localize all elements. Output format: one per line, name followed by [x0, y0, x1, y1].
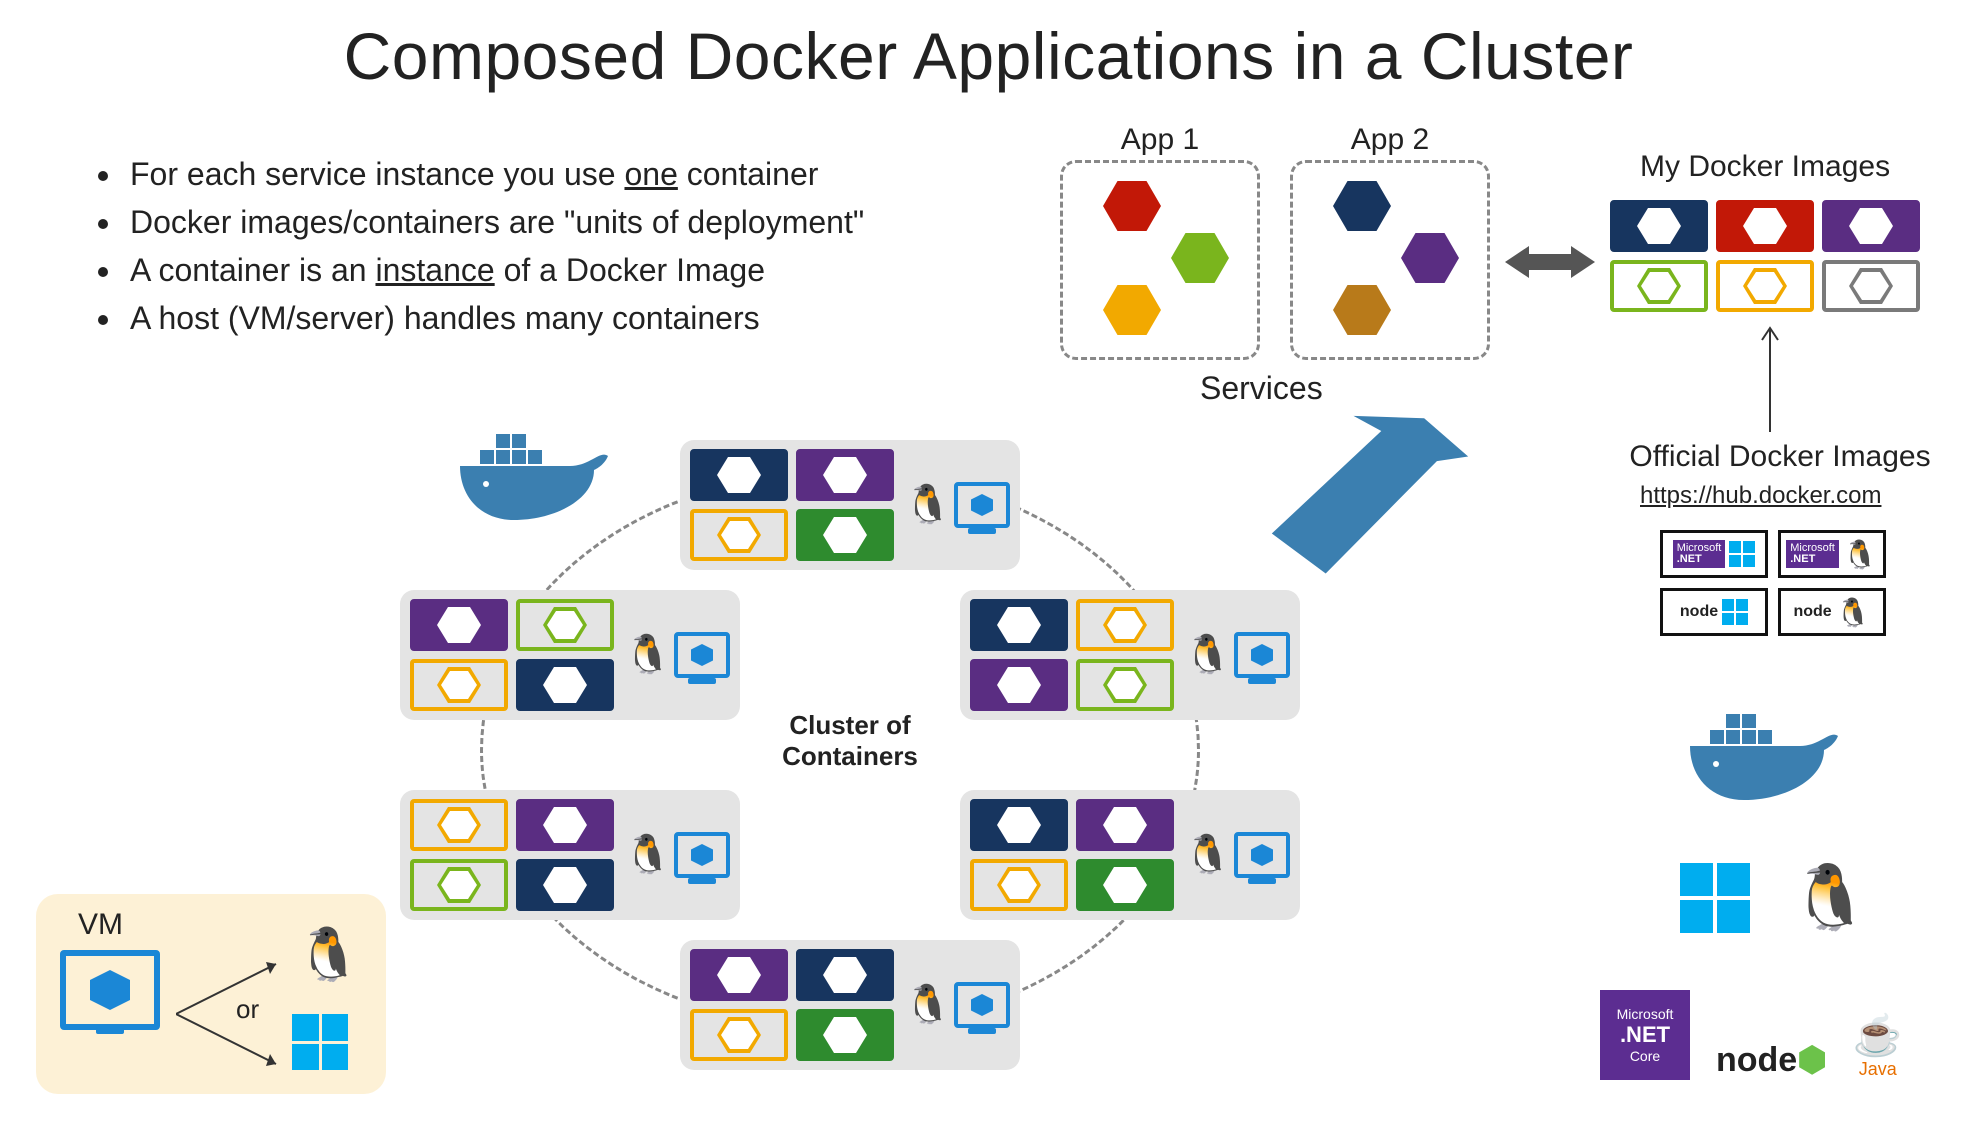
hex-icon: [1103, 285, 1161, 335]
bullet-list: For each service instance you use one co…: [90, 150, 864, 342]
bullet-item: A container is an instance of a Docker I…: [124, 246, 864, 294]
official-images-grid: Microsoft.NET Microsoft.NET🐧 node node🐧: [1660, 530, 1886, 636]
container-icon: [1610, 260, 1708, 312]
official-image-node-win: node: [1660, 588, 1768, 636]
hex-icon: [1333, 181, 1391, 231]
app2-label: App 2: [1293, 123, 1487, 157]
linux-icon: 🐧: [296, 924, 361, 985]
container-icon: [1076, 659, 1174, 711]
vm-panel: VM or 🐧: [36, 894, 386, 1094]
cluster-node: 🐧: [960, 590, 1300, 720]
official-images-label: Official Docker Images: [1600, 440, 1960, 474]
container-icon: [1076, 859, 1174, 911]
container-icon: [970, 799, 1068, 851]
java-logo: ☕ Java: [1853, 1012, 1903, 1080]
container-icon: [1822, 260, 1920, 312]
container-icon: [1610, 200, 1708, 252]
container-icon: [1716, 200, 1814, 252]
windows-icon: [292, 1014, 348, 1070]
linux-icon: 🐧: [624, 833, 664, 877]
container-icon: [796, 509, 894, 561]
or-label: or: [236, 994, 259, 1025]
docker-whale-icon: [1680, 700, 1840, 815]
container-icon: [1716, 260, 1814, 312]
container-icon: [410, 799, 508, 851]
container-icon: [796, 1009, 894, 1061]
docker-whale-icon: [450, 420, 610, 535]
os-icons: 🐧: [1680, 860, 1870, 935]
container-icon: [796, 949, 894, 1001]
container-icon: [516, 799, 614, 851]
container-icon: [516, 599, 614, 651]
container-icon: [410, 859, 508, 911]
vm-icon: [1234, 832, 1290, 878]
container-icon: [410, 599, 508, 651]
container-icon: [690, 1009, 788, 1061]
cluster-node: 🐧: [680, 940, 1020, 1070]
hex-icon: [1103, 181, 1161, 231]
vm-icon: [954, 982, 1010, 1028]
hex-icon: [1401, 233, 1459, 283]
cluster-node: 🐧: [400, 790, 740, 920]
deploy-arrow-icon: [1230, 400, 1480, 590]
linux-icon: 🐧: [1184, 833, 1224, 877]
container-icon: [970, 659, 1068, 711]
container-icon: [690, 949, 788, 1001]
container-icon: [410, 659, 508, 711]
my-images-grid: [1610, 200, 1920, 312]
container-icon: [516, 659, 614, 711]
linux-icon: 🐧: [904, 483, 944, 527]
cluster-node: 🐧: [680, 440, 1020, 570]
cluster-label: Cluster ofContainers: [760, 710, 940, 772]
linux-icon: 🐧: [624, 633, 664, 677]
windows-icon: [1680, 863, 1750, 933]
container-icon: [1822, 200, 1920, 252]
cluster-node: 🐧: [400, 590, 740, 720]
hex-icon: [1333, 285, 1391, 335]
container-icon: [690, 449, 788, 501]
vm-icon: [60, 950, 160, 1030]
vm-icon: [674, 632, 730, 678]
bullet-item: A host (VM/server) handles many containe…: [124, 294, 864, 342]
cluster-node: 🐧: [960, 790, 1300, 920]
page-title: Composed Docker Applications in a Cluste…: [0, 0, 1977, 94]
container-icon: [970, 859, 1068, 911]
bullet-item: Docker images/containers are "units of d…: [124, 198, 864, 246]
container-icon: [516, 859, 614, 911]
linux-icon: 🐧: [1184, 633, 1224, 677]
container-icon: [1076, 799, 1174, 851]
official-image-node-linux: node🐧: [1778, 588, 1886, 636]
vm-icon: [954, 482, 1010, 528]
hex-icon: [1171, 233, 1229, 283]
linux-icon: 🐧: [904, 983, 944, 1027]
official-image-net-linux: Microsoft.NET🐧: [1778, 530, 1886, 578]
container-icon: [970, 599, 1068, 651]
bidir-arrow-icon: [1505, 240, 1595, 284]
vm-icon: [674, 832, 730, 878]
netcore-logo: Microsoft .NET Core: [1600, 990, 1690, 1080]
app2-box: App 2: [1290, 160, 1490, 360]
bullet-item: For each service instance you use one co…: [124, 150, 864, 198]
linux-icon: 🐧: [1790, 860, 1870, 935]
official-image-net-win: Microsoft.NET: [1660, 530, 1768, 578]
vm-icon: [1234, 632, 1290, 678]
container-icon: [690, 509, 788, 561]
app1-box: App 1: [1060, 160, 1260, 360]
tech-logos: Microsoft .NET Core node⬢ ☕ Java: [1600, 990, 1903, 1080]
hub-link[interactable]: https://hub.docker.com: [1640, 482, 1881, 510]
node-logo: node⬢: [1716, 1040, 1827, 1080]
my-images-label: My Docker Images: [1640, 150, 1890, 184]
container-icon: [796, 449, 894, 501]
up-arrow-icon: [1760, 322, 1780, 432]
container-icon: [1076, 599, 1174, 651]
app1-label: App 1: [1063, 123, 1257, 157]
